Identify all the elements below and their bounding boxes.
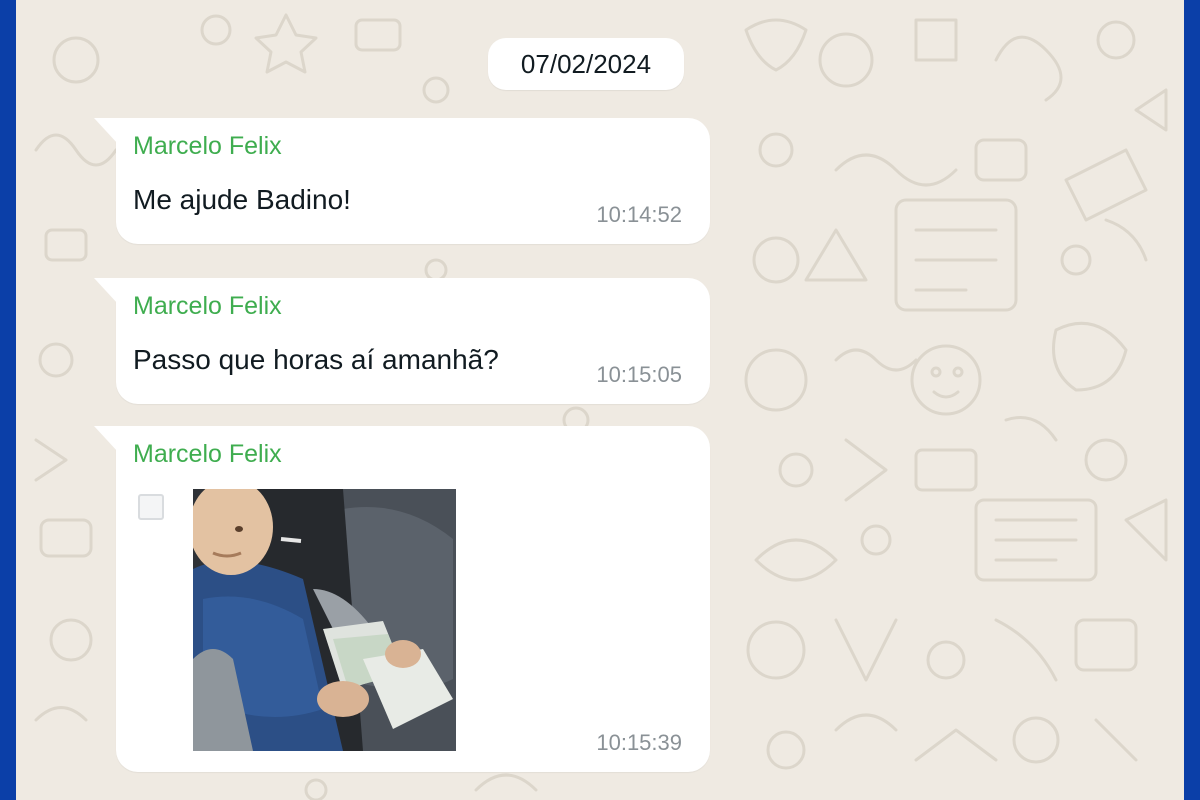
bubble-tail bbox=[94, 426, 118, 452]
message-text: Passo que horas aí amanhã? bbox=[133, 344, 499, 375]
message-timestamp: 10:15:05 bbox=[596, 362, 682, 387]
select-message-checkbox[interactable] bbox=[138, 494, 164, 520]
message-timestamp: 10:15:39 bbox=[596, 730, 682, 755]
message-bubble[interactable]: Marcelo Felix Passo que horas aí amanhã?… bbox=[94, 278, 710, 404]
chat-area: 07/02/2024 Marcelo Felix Me ajude Badino… bbox=[16, 0, 1184, 800]
message-timestamp: 10:14:52 bbox=[596, 202, 682, 227]
sender-name[interactable]: Marcelo Felix bbox=[133, 292, 282, 321]
gif-image[interactable] bbox=[193, 489, 456, 751]
date-separator: 07/02/2024 bbox=[488, 38, 684, 90]
bubble-tail bbox=[94, 118, 118, 144]
sender-name[interactable]: Marcelo Felix bbox=[133, 132, 282, 161]
message-bubble[interactable]: Marcelo Felix Me ajude Badino! 10:14:52 bbox=[94, 118, 710, 244]
baby-holding-money-image bbox=[193, 489, 456, 751]
message-bubble[interactable]: Marcelo Felix 10:15:39 bbox=[94, 426, 710, 772]
bubble-tail bbox=[94, 278, 118, 304]
message-text: Me ajude Badino! bbox=[133, 184, 351, 215]
sender-name[interactable]: Marcelo Felix bbox=[133, 440, 282, 469]
